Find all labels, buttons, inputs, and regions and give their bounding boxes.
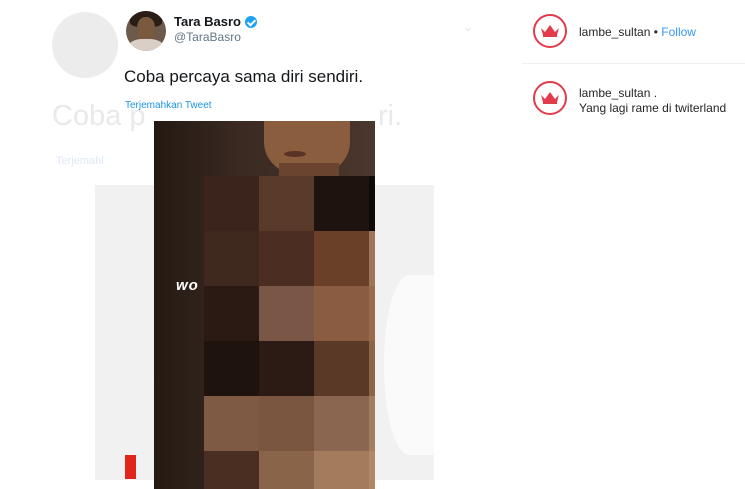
background-tweet-text-right: ri. [378,100,403,132]
tweet-text: Coba percaya sama diri sendiri. [124,67,364,86]
crown-logo-icon [541,92,559,104]
censor-pixel [314,341,369,396]
censor-pixel [314,231,369,286]
instagram-header-avatar[interactable] [533,14,567,48]
censor-pixel [314,451,369,489]
censor-pixel [314,286,369,341]
censor-pixel [204,396,259,451]
verified-badge-icon [244,15,257,28]
censor-pixel [369,286,375,341]
censor-pixel [369,396,375,451]
tweet-avatar[interactable] [126,11,166,51]
censor-pixel [314,396,369,451]
instagram-comment-caption: Yang lagi rame di twiterland [579,101,727,115]
translate-tweet-link[interactable]: Terjemahkan Tweet [125,100,212,111]
tweet-author-handle[interactable]: @TaraBasro [174,30,241,44]
background-avatar [52,12,118,78]
censor-pixel [369,231,375,286]
instagram-comment-username[interactable]: lambe_sultan . [579,86,657,100]
instagram-header-row: lambe_sultan • Follow [579,25,696,39]
censor-pixel [204,231,259,286]
censor-pixel [369,451,375,489]
red-marker [125,455,136,479]
censor-pixel [369,341,375,396]
header-separator: • [653,25,658,39]
censor-pixel [259,341,314,396]
background-panel-right [372,185,434,480]
background-panel-left [95,185,155,480]
instagram-divider [522,63,745,64]
tweet-name-row: Tara Basro [174,14,257,29]
censor-pixel [259,396,314,451]
censor-pixel [259,176,314,231]
censor-pixel [204,451,259,489]
censor-pixel [259,286,314,341]
censor-pixel [259,451,314,489]
censor-pixel [369,176,375,231]
tweet-author-name[interactable]: Tara Basro [174,14,241,29]
censor-pixel [204,286,259,341]
censor-pixel [204,341,259,396]
follow-button[interactable]: Follow [661,25,696,39]
instagram-header-username[interactable]: lambe_sultan [579,25,650,39]
background-translate-label: Terjemahl [56,155,104,167]
crown-logo-icon [541,25,559,37]
instagram-comment-avatar[interactable] [533,81,567,115]
censor-pixel [259,231,314,286]
photo-overlay-text: wo [176,277,199,294]
censor-pixel [204,176,259,231]
censored-photo: wo [154,121,375,489]
background-caret-icon: ⌄ [463,20,474,34]
censor-pixel [314,176,369,231]
